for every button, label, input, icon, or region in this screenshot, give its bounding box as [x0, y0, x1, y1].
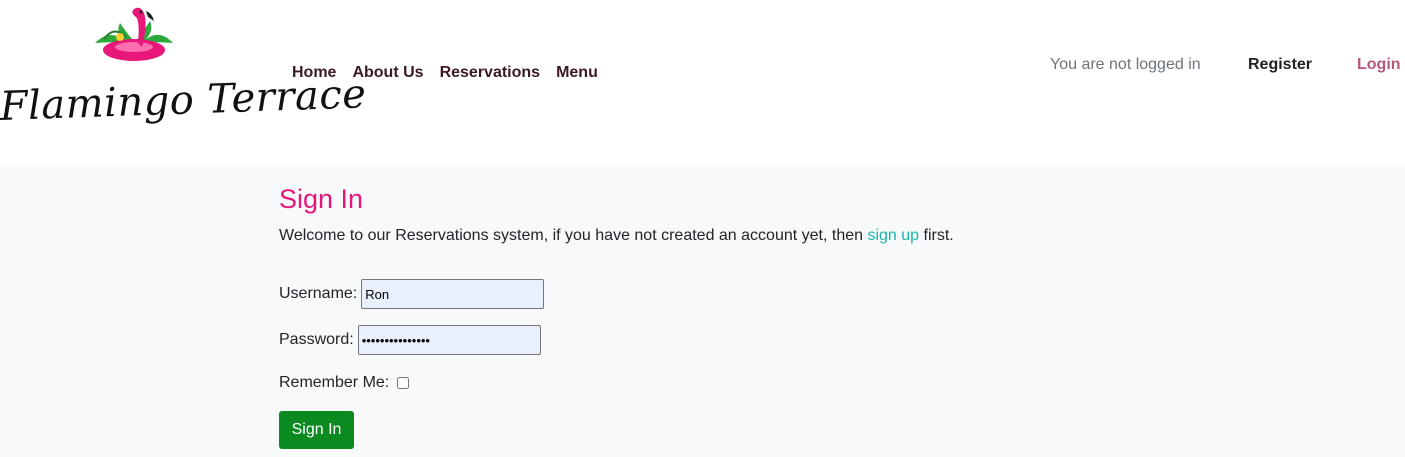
remember-row: Remember Me: — [279, 372, 410, 394]
username-input[interactable] — [361, 279, 545, 309]
page-title: Sign In — [279, 184, 364, 214]
username-label: Username: — [279, 285, 358, 302]
password-row: Password: — [279, 325, 541, 355]
welcome-text-after: first. — [919, 227, 954, 244]
login-status-text: You are not logged in — [1050, 56, 1201, 73]
welcome-text-before: Welcome to our Reservations system, if y… — [279, 227, 868, 244]
nav-menu[interactable]: Menu — [556, 62, 598, 84]
nav-reservations[interactable]: Reservations — [440, 62, 541, 84]
login-link[interactable]: Login — [1357, 54, 1401, 76]
nav-home[interactable]: Home — [292, 62, 336, 84]
flamingo-float-icon[interactable] — [90, 3, 178, 63]
main-nav: Home About Us Reservations Menu — [292, 62, 614, 84]
password-input[interactable] — [357, 325, 541, 355]
register-link[interactable]: Register — [1248, 54, 1312, 76]
nav-about-us[interactable]: About Us — [352, 62, 423, 84]
remember-me-checkbox[interactable] — [397, 377, 410, 389]
username-row: Username: — [279, 279, 545, 309]
signin-section: Sign In Welcome to our Reservations syst… — [0, 165, 1405, 457]
remember-me-label: Remember Me: — [279, 374, 390, 391]
sign-in-button[interactable]: Sign In — [279, 411, 354, 449]
site-header: Flamingo Terrace Home About Us Reservati… — [0, 0, 1405, 165]
welcome-message: Welcome to our Reservations system, if y… — [279, 225, 954, 247]
password-label: Password: — [279, 331, 354, 348]
signup-link[interactable]: sign up — [867, 227, 919, 244]
brand-logo-text[interactable]: Flamingo Terrace — [0, 71, 367, 140]
